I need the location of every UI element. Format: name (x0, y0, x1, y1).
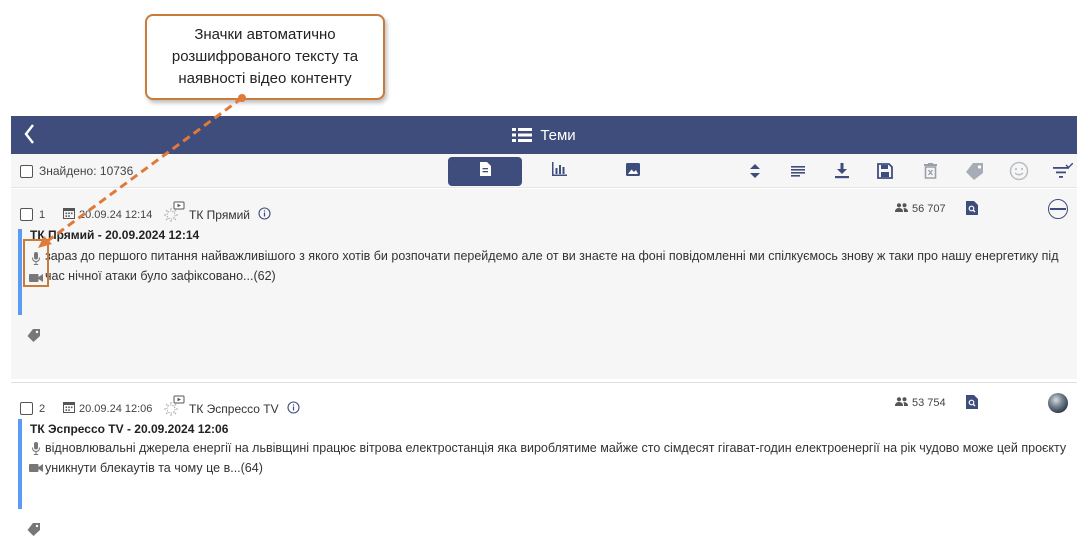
callout-line-3: наявності відео контенту (178, 70, 352, 87)
list-icon (512, 127, 533, 143)
accent-bar (18, 419, 22, 509)
bar-chart-icon (551, 162, 567, 181)
calendar-icon (63, 401, 75, 416)
callout-line-2: розшифрованого тексту та (171, 48, 359, 65)
neutral-sentiment-icon[interactable] (1048, 199, 1068, 219)
select-all: Знайдено: 10736 (20, 164, 133, 178)
audience: 53 754 (895, 397, 946, 409)
view-chart-button[interactable] (522, 157, 596, 186)
view-documents-button[interactable] (448, 157, 522, 186)
microphone-icon (29, 438, 43, 458)
text-lines-icon[interactable] (789, 162, 807, 180)
info-icon[interactable] (258, 206, 271, 223)
microphone-icon (29, 248, 43, 268)
video-camera-icon (29, 458, 43, 478)
item-meta: 2 20.09.24 12:06 ТК Эспрессо TV (20, 395, 300, 422)
delete-icon[interactable] (921, 162, 939, 180)
view-images-button[interactable] (596, 157, 670, 186)
item-source: ТК Эспрессо TV (189, 401, 279, 416)
item-text: зараз до першого питання найважливішого … (45, 249, 1059, 283)
people-icon (895, 203, 908, 215)
select-all-checkbox[interactable] (20, 164, 33, 178)
item-meta: 1 20.09.24 12:14 ТК Прямий (20, 201, 271, 228)
found-count: Знайдено: 10736 (39, 164, 134, 178)
content-type-icons (29, 248, 43, 288)
audience: 56 707 (895, 203, 946, 215)
audience-count: 53 754 (912, 397, 946, 409)
item-number: 2 (39, 402, 46, 415)
tv-source-logo-icon (161, 201, 185, 228)
accent-bar (18, 229, 22, 315)
filter-icon[interactable] (1052, 162, 1074, 180)
item-number: 1 (39, 208, 46, 221)
tag-icon[interactable] (964, 162, 986, 180)
annotation-callout: Значки автоматично розшифрованого тексту… (145, 14, 385, 100)
document-icon (479, 162, 491, 181)
video-camera-icon (29, 268, 43, 288)
result-card: 1 20.09.24 12:14 ТК Прямий 56 707 ТК Пря… (11, 189, 1077, 379)
toolbar: Знайдено: 10736 (11, 154, 1077, 188)
view-switcher (448, 157, 670, 186)
content-type-icons (29, 438, 43, 478)
document-search-icon[interactable] (966, 395, 978, 414)
info-icon[interactable] (287, 400, 300, 417)
item-headline: ТК Эспрессо TV - 20.09.2024 12:06 (30, 422, 229, 436)
result-card: 2 20.09.24 12:06 ТК Эспрессо TV 53 754 Т… (11, 382, 1077, 544)
tag-icon[interactable] (27, 523, 41, 541)
audience-count: 56 707 (912, 203, 946, 215)
chevron-left-icon[interactable] (23, 123, 35, 151)
page-title: Теми (540, 126, 576, 144)
calendar-icon (63, 207, 75, 222)
header-bar: Теми (11, 116, 1077, 154)
download-icon[interactable] (833, 162, 851, 180)
item-text: відновлювальні джерела енергії на львівщ… (45, 441, 1067, 475)
item-headline: ТК Прямий - 20.09.2024 12:14 (30, 228, 200, 242)
item-date: 20.09.24 12:14 (79, 208, 153, 221)
tag-icon[interactable] (27, 329, 41, 347)
tv-source-logo-icon (161, 395, 185, 422)
source-avatar-icon[interactable] (1048, 393, 1068, 413)
item-checkbox[interactable] (20, 208, 33, 221)
sentiment-icon[interactable] (1008, 161, 1030, 181)
document-search-icon[interactable] (966, 201, 978, 220)
save-icon[interactable] (876, 162, 894, 180)
image-icon (626, 162, 640, 181)
people-icon (895, 397, 908, 409)
item-source: ТК Прямий (189, 207, 250, 222)
sort-icon[interactable] (746, 162, 764, 180)
callout-line-1: Значки автоматично (194, 26, 336, 43)
item-checkbox[interactable] (20, 402, 33, 415)
item-date: 20.09.24 12:06 (79, 402, 153, 415)
